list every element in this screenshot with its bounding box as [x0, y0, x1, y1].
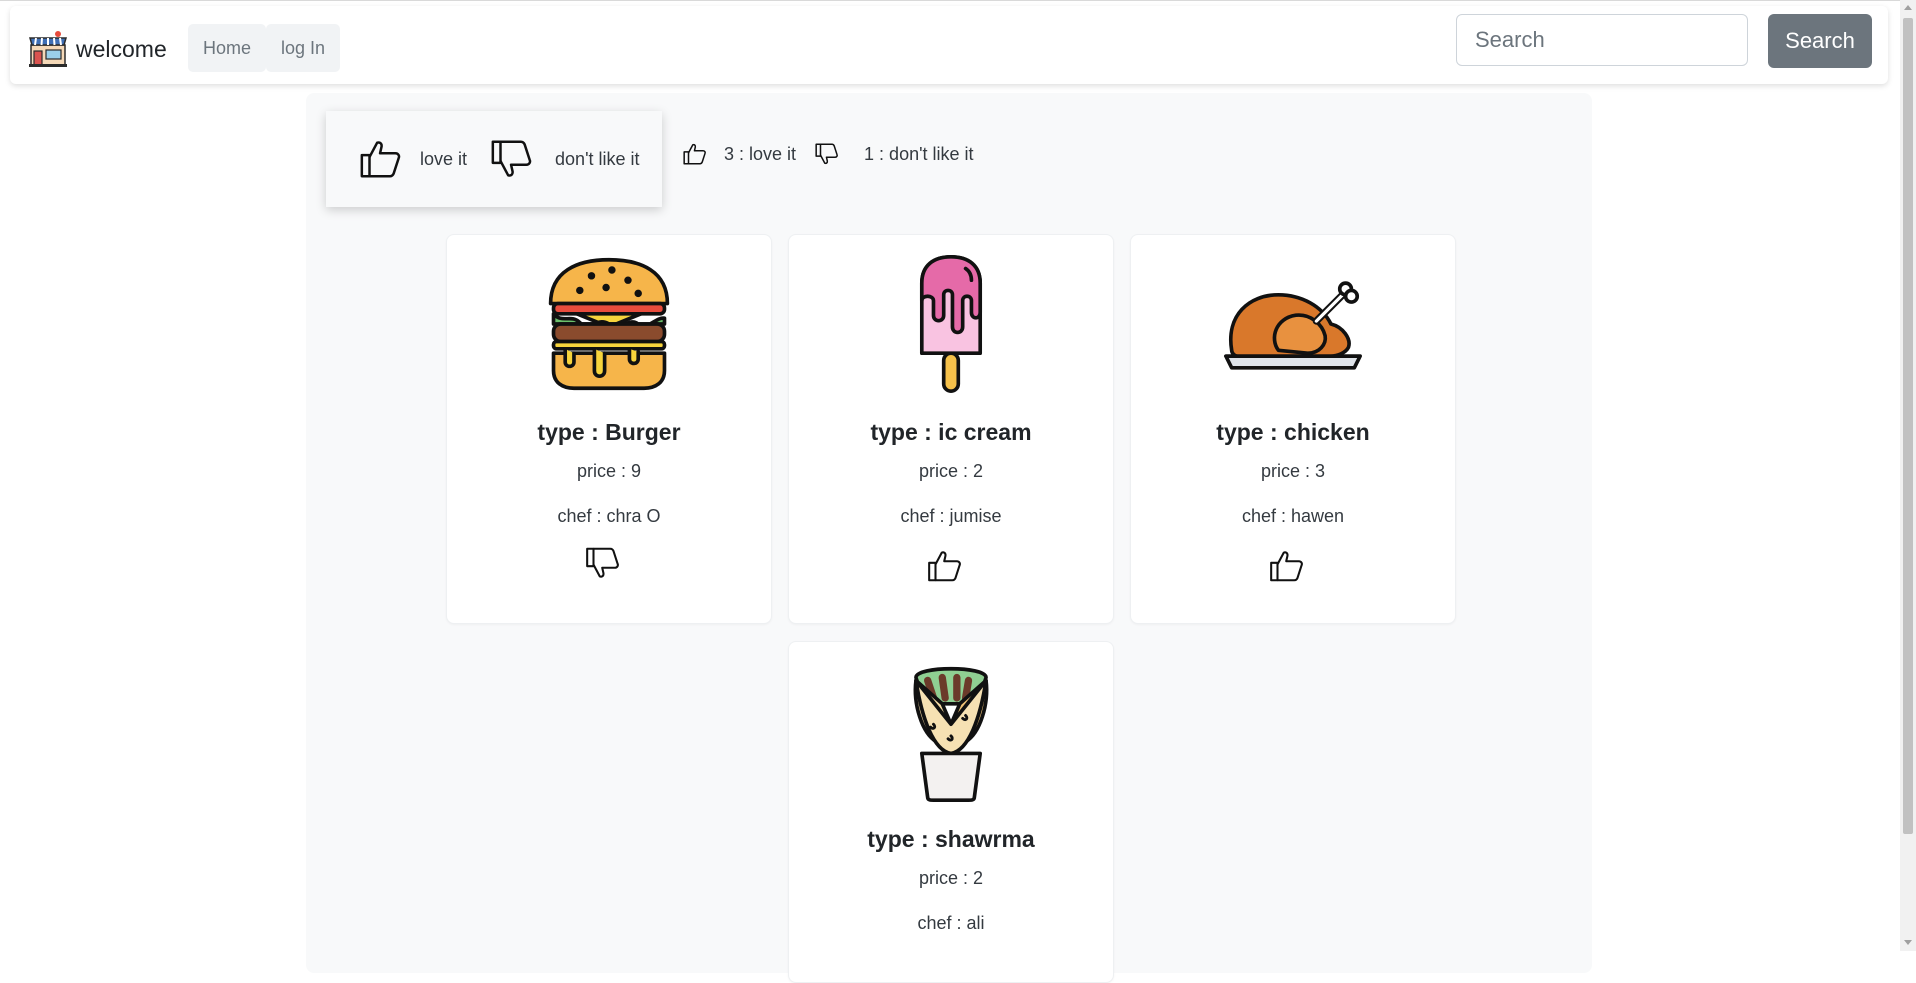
food-type: type : Burger — [537, 419, 681, 445]
legend-dislike-label: don't like it — [555, 148, 640, 169]
dislikes-count-text: 1 : don't like it — [864, 143, 974, 164]
reaction-button[interactable] — [1131, 547, 1455, 585]
thumbs-down-icon — [586, 547, 619, 578]
roast-chicken-icon — [1131, 251, 1455, 397]
thumbs-up-icon — [360, 141, 401, 178]
likes-count: 3 : love it — [682, 141, 796, 167]
food-chef: chef : chra O — [557, 506, 661, 526]
food-type: type : chicken — [1216, 419, 1370, 445]
food-card[interactable]: type : chicken price : 3 chef : hawen — [1130, 234, 1456, 624]
food-type: type : ic cream — [870, 419, 1032, 445]
reaction-legend: love it don't like it — [326, 111, 662, 207]
window-top-border — [0, 0, 1916, 1]
legend-like-label: love it — [420, 148, 468, 169]
thumbs-up-icon — [928, 551, 961, 582]
reaction-button[interactable] — [789, 547, 1113, 585]
food-type: type : shawrma — [867, 826, 1035, 852]
search-input[interactable] — [1456, 14, 1748, 66]
store-logo-icon — [29, 31, 67, 67]
page-scrollbar[interactable] — [1900, 0, 1916, 951]
food-chef: chef : hawen — [1241, 506, 1345, 526]
reaction-stats: 3 : love it 1 : don't like it — [682, 141, 974, 167]
burger-icon — [447, 251, 771, 397]
food-price: price : 2 — [918, 461, 984, 481]
scroll-up-icon[interactable] — [1904, 5, 1912, 10]
legend-dislike[interactable]: don't like it — [489, 136, 640, 182]
thumbs-down-icon — [815, 143, 838, 165]
legend-like[interactable]: love it — [358, 136, 467, 182]
food-card[interactable]: type : Burger price : 9 chef : chra O — [446, 234, 772, 624]
food-card[interactable]: type : shawrma price : 2 chef : ali — [788, 641, 1114, 983]
brand-name: welcome — [76, 35, 167, 62]
food-chef: chef : jumise — [900, 506, 1002, 526]
thumbs-up-icon — [1270, 551, 1303, 582]
scroll-down-icon[interactable] — [1904, 940, 1912, 945]
likes-count-text: 3 : love it — [724, 143, 797, 164]
food-price: price : 3 — [1260, 461, 1326, 481]
food-price: price : 2 — [918, 868, 984, 888]
food-card[interactable]: type : ic cream price : 2 chef : jumise — [788, 234, 1114, 624]
main-container: love it don't like it 3 : love it 1 : do… — [306, 93, 1592, 983]
dislikes-count: 1 : don't like it — [814, 141, 974, 167]
brand[interactable]: welcome — [28, 26, 167, 72]
thumbs-down-icon — [491, 140, 532, 177]
thumbs-up-icon — [683, 143, 706, 165]
search-button[interactable]: Search — [1768, 14, 1872, 68]
food-price: price : 9 — [576, 461, 642, 481]
reaction-button[interactable] — [447, 544, 771, 582]
popsicle-icon — [789, 251, 1113, 397]
shawarma-wrap-icon — [789, 660, 1113, 806]
nav-link-login[interactable]: log In — [266, 24, 341, 72]
food-chef: chef : ali — [917, 913, 985, 933]
nav-link-home[interactable]: Home — [188, 24, 267, 72]
scroll-thumb[interactable] — [1903, 18, 1913, 834]
